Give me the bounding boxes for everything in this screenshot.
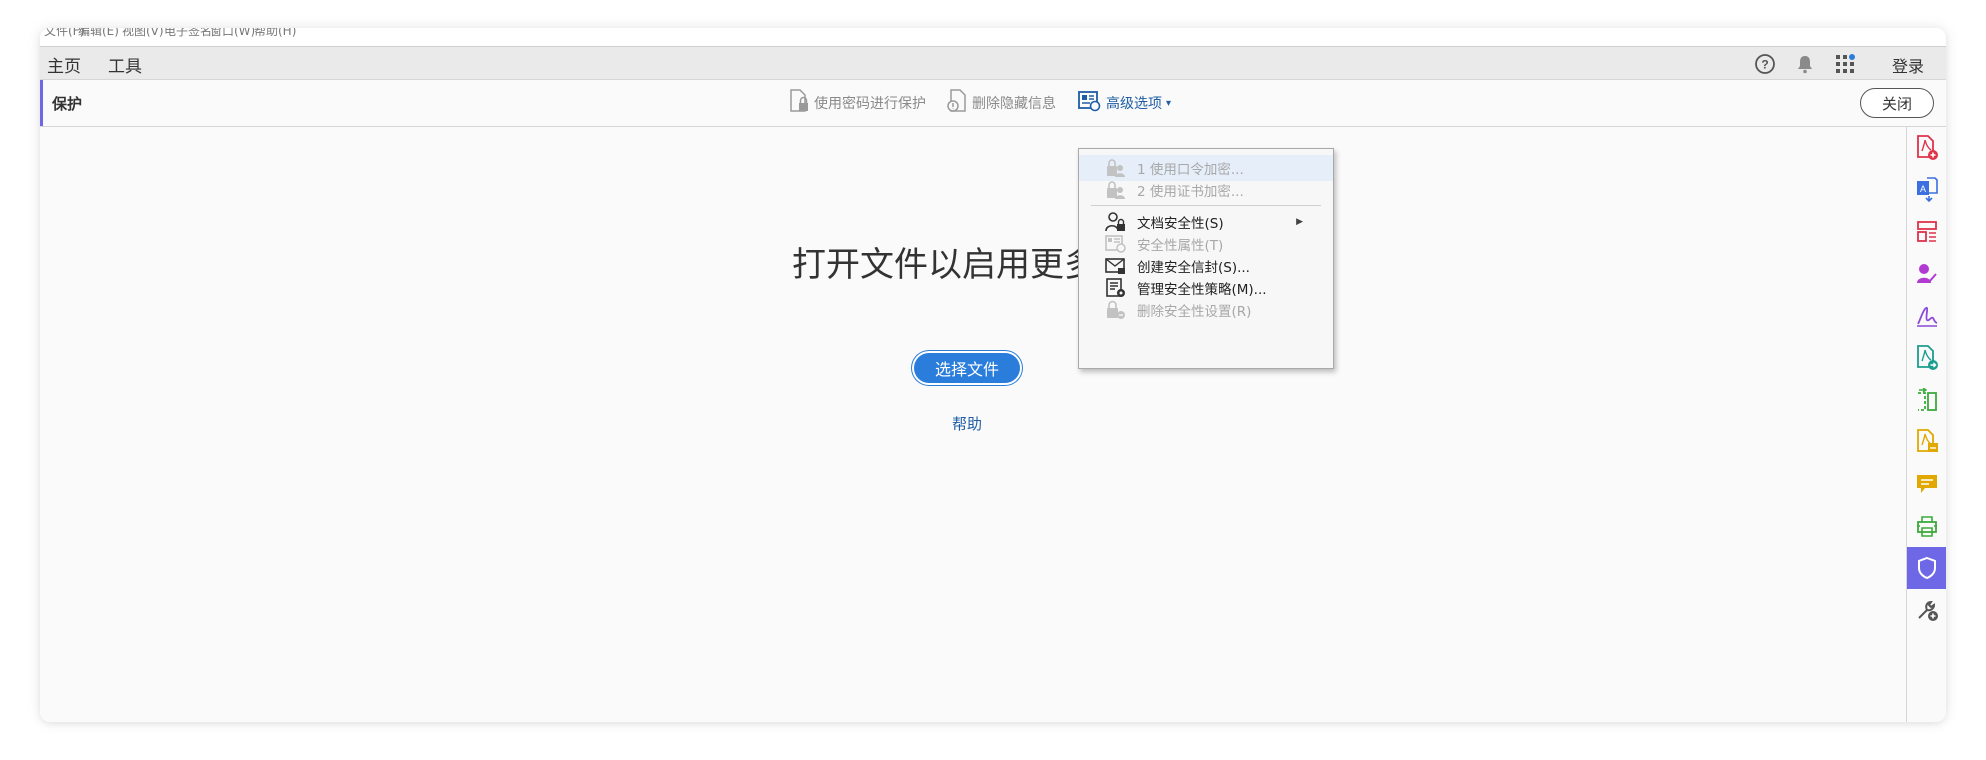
- bell-icon[interactable]: [1792, 51, 1818, 77]
- open-file-message: 打开文件以启用更多: [792, 245, 1098, 285]
- menu-view[interactable]: 视图(V): [122, 28, 164, 39]
- menu-edit[interactable]: 编辑(E): [78, 28, 119, 39]
- tab-tools[interactable]: 工具: [108, 52, 142, 82]
- toolbar-accent: [40, 80, 43, 126]
- advanced-options-label: 高级选项: [1106, 96, 1162, 112]
- menu-bar: 文件(F) 编辑(E) 视图(V) 电子签名 窗口(W) 帮助(H): [40, 28, 1946, 46]
- comment-icon[interactable]: [1907, 463, 1946, 505]
- menu-window[interactable]: 窗口(W): [210, 28, 255, 39]
- security-properties-icon: [1105, 234, 1127, 254]
- protect-with-password-button[interactable]: 使用密码进行保护: [788, 89, 926, 117]
- tab-bar: 主页 工具 ? 登录: [40, 46, 1946, 82]
- svg-text:A: A: [1920, 184, 1926, 194]
- export-share-icon[interactable]: [1907, 337, 1946, 379]
- tab-home[interactable]: 主页: [47, 52, 81, 77]
- fill-sign-icon[interactable]: [1907, 295, 1946, 337]
- user-lock-icon: [1105, 180, 1127, 200]
- menu-item-label: 创建安全信封(S)...: [1137, 260, 1250, 276]
- organize-pages-icon[interactable]: [1907, 211, 1946, 253]
- export-pdf-icon[interactable]: A: [1907, 169, 1946, 211]
- login-link[interactable]: 登录: [1892, 53, 1924, 77]
- app-window: 文件(F) 编辑(E) 视图(V) 电子签名 窗口(W) 帮助(H) 主页 工具…: [40, 28, 1946, 722]
- policy-manager-icon: [1105, 278, 1127, 298]
- tool-toolbar: 保护 使用密码进行保护 删除隐藏信息 高级选项 ▾ 关闭: [40, 80, 1946, 127]
- create-pdf-icon[interactable]: [1907, 127, 1946, 169]
- compare-files-icon[interactable]: [1907, 379, 1946, 421]
- help-link[interactable]: 帮助: [952, 413, 982, 434]
- remove-hidden-info-icon: [946, 89, 968, 117]
- menu-item-label: 管理安全性策略(M)...: [1137, 282, 1267, 298]
- print-production-icon[interactable]: [1907, 505, 1946, 547]
- menu-item-label: 1 使用口令加密...: [1137, 162, 1244, 178]
- menu-item-remove-security[interactable]: 删除安全性设置(R): [1079, 297, 1333, 323]
- tools-right-rail: A: [1906, 127, 1946, 722]
- close-tool-button[interactable]: 关闭: [1860, 88, 1934, 118]
- request-signatures-icon[interactable]: [1907, 253, 1946, 295]
- protect-shield-icon[interactable]: [1907, 547, 1946, 589]
- tool-title: 保护: [52, 95, 83, 113]
- edit-pdf-icon[interactable]: [1907, 421, 1946, 463]
- menu-esign[interactable]: 电子签名: [164, 28, 212, 39]
- help-circle-icon[interactable]: ?: [1752, 51, 1778, 77]
- menu-item-label: 文档安全性(S): [1137, 216, 1224, 232]
- remove-security-icon: [1105, 300, 1127, 320]
- chevron-down-icon: ▾: [1166, 97, 1172, 109]
- advanced-options-button[interactable]: 高级选项 ▾: [1078, 91, 1171, 115]
- secure-envelope-icon: [1105, 256, 1127, 276]
- remove-hidden-info-label: 删除隐藏信息: [972, 96, 1056, 112]
- remove-hidden-info-button[interactable]: 删除隐藏信息: [946, 89, 1056, 117]
- menu-item-label: 安全性属性(T): [1137, 238, 1224, 254]
- more-tools-icon[interactable]: [1907, 589, 1946, 631]
- select-file-button[interactable]: 选择文件: [914, 353, 1020, 383]
- submenu-arrow-icon: ▶: [1296, 217, 1303, 227]
- user-lock-icon: [1105, 212, 1127, 232]
- user-lock-icon: [1105, 158, 1127, 178]
- protect-with-password-label: 使用密码进行保护: [814, 96, 926, 112]
- menu-help[interactable]: 帮助(H): [254, 28, 296, 39]
- main-content: 打开文件以启用更多 选择文件 帮助: [40, 127, 1906, 722]
- menu-item-label: 2 使用证书加密...: [1137, 184, 1244, 200]
- menu-item-label: 删除安全性设置(R): [1137, 304, 1252, 320]
- svg-text:?: ?: [1761, 58, 1768, 72]
- advanced-options-icon: [1078, 90, 1102, 116]
- menu-separator: [1091, 205, 1321, 206]
- menu-item-encrypt-certificate[interactable]: 2 使用证书加密...: [1079, 177, 1333, 203]
- advanced-options-menu: 1 使用口令加密... 2 使用证书加密... 文档安全性(S) ▶ 安全性属性…: [1078, 148, 1334, 369]
- apps-grid-icon[interactable]: [1832, 51, 1858, 77]
- lock-document-icon: [788, 89, 810, 117]
